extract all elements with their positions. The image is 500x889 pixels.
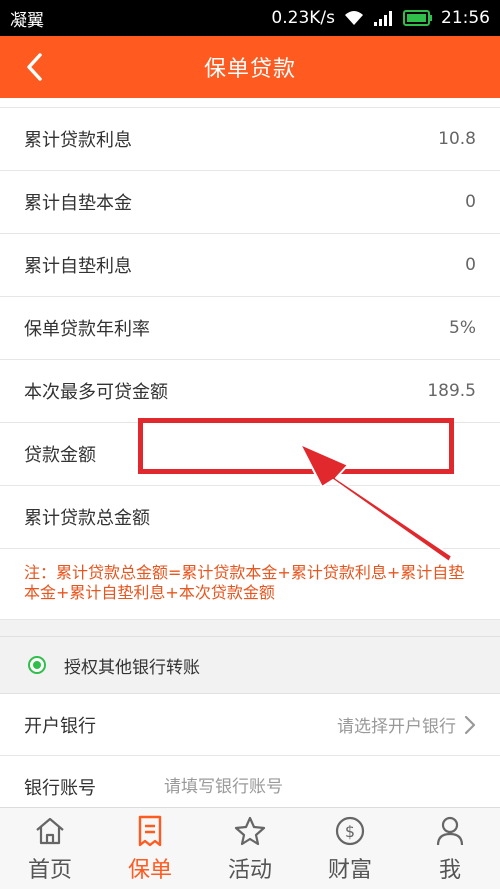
loan-row: 累计贷款利息 10.8 <box>0 108 500 171</box>
loan-summary-card: 累计贷款利息 10.8 累计自垫本金 0 累计自垫利息 0 保单贷款年利率 5%… <box>0 98 500 620</box>
tab-wealth[interactable]: $ 财富 <box>300 808 400 889</box>
chevron-right-icon <box>464 715 476 734</box>
home-icon <box>33 814 67 848</box>
row-value: 0 <box>465 192 476 212</box>
loan-row: 累计自垫利息 0 <box>0 234 500 297</box>
policy-icon <box>133 814 167 848</box>
account-row: 银行账号 <box>0 756 500 807</box>
wifi-icon <box>343 9 365 27</box>
user-icon <box>433 814 467 848</box>
row-value: 189.5 <box>427 381 476 401</box>
scrolled-row-edge <box>0 98 500 108</box>
row-label: 累计贷款利息 <box>24 130 132 151</box>
auth-transfer-option[interactable]: 授权其他银行转账 <box>0 636 500 694</box>
tab-home[interactable]: 首页 <box>0 808 100 889</box>
signal-icon <box>373 9 395 27</box>
bank-select-placeholder[interactable]: 请选择开户银行 <box>337 712 456 737</box>
loan-row: 累计自垫本金 0 <box>0 171 500 234</box>
account-label: 银行账号 <box>24 777 96 799</box>
total-amount-label: 累计贷款总金额 <box>24 508 150 529</box>
tab-policy[interactable]: 保单 <box>100 808 200 889</box>
nav-bar: 保单贷款 <box>0 36 500 98</box>
battery-icon <box>403 9 433 27</box>
clock-time: 21:56 <box>441 8 490 28</box>
back-button[interactable] <box>18 50 52 84</box>
tab-me[interactable]: 我 <box>400 808 500 889</box>
chevron-left-icon <box>27 53 42 81</box>
page-title: 保单贷款 <box>203 57 296 82</box>
tab-label: 首页 <box>27 857 72 883</box>
bank-label: 开户银行 <box>24 715 96 737</box>
auth-transfer-label: 授权其他银行转账 <box>64 657 200 678</box>
row-label: 累计自垫本金 <box>24 193 132 214</box>
row-label: 本次最多可贷金额 <box>24 382 168 403</box>
carrier-name: 凝翼 <box>10 10 44 31</box>
tab-label: 保单 <box>127 857 172 883</box>
row-label: 累计自垫利息 <box>24 256 132 277</box>
formula-note: 注：累计贷款总金额=累计贷款本金+累计贷款利息+累计自垫本金+累计自垫利息+本次… <box>0 549 500 620</box>
section-gap <box>0 620 500 636</box>
status-bar: 凝翼 0.23K/s 21:56 <box>0 0 500 36</box>
tab-label: 财富 <box>327 857 372 883</box>
radio-selected-icon[interactable] <box>28 656 46 674</box>
row-value: 0 <box>465 255 476 275</box>
bank-select-row[interactable]: 开户银行 请选择开户银行 <box>0 694 500 756</box>
wealth-icon: $ <box>333 814 367 848</box>
star-icon <box>233 814 267 848</box>
loan-row: 保单贷款年利率 5% <box>0 297 500 360</box>
tab-activity[interactable]: 活动 <box>200 808 300 889</box>
row-value: 5% <box>449 318 476 338</box>
row-value: 10.8 <box>438 129 476 149</box>
row-label: 保单贷款年利率 <box>24 319 150 340</box>
loan-row: 本次最多可贷金额 189.5 <box>0 360 500 423</box>
tab-label: 我 <box>438 857 461 883</box>
account-number-input[interactable] <box>164 776 444 797</box>
svg-text:$: $ <box>345 822 355 841</box>
network-speed: 0.23K/s <box>271 8 335 28</box>
tab-label: 活动 <box>227 857 272 883</box>
loan-amount-input[interactable] <box>138 418 454 474</box>
bottom-tab-bar: 首页 保单 活动 $ 财富 我 <box>0 807 500 889</box>
total-amount-row: 累计贷款总金额 <box>0 486 500 549</box>
